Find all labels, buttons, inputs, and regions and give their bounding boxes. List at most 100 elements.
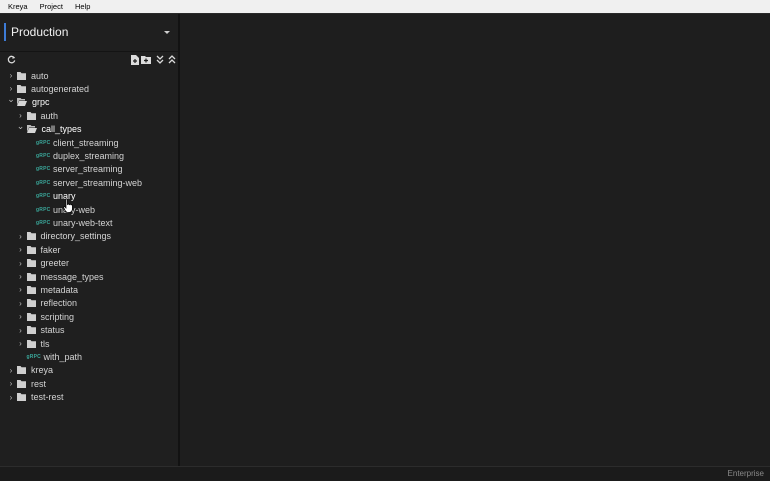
chevron-right-icon[interactable]: ›: [17, 232, 25, 241]
tree-item-test-rest[interactable]: › test-rest: [7, 391, 64, 404]
tree-item-label: reflection: [40, 298, 78, 309]
status-bar: Enterprise: [0, 466, 770, 481]
folder-icon: [17, 84, 26, 93]
chevron-right-icon[interactable]: ›: [7, 84, 15, 93]
folder-icon: [17, 71, 26, 80]
tree-item-label: grpc: [32, 97, 50, 108]
expand-all-icon[interactable]: [155, 54, 164, 65]
tree-item-label: server_streaming-web: [53, 177, 143, 188]
tree-item-with-path[interactable]: gRPC with_path: [17, 350, 83, 363]
tree-item-tls[interactable]: › tls: [17, 337, 50, 350]
tree-item-autogenerated[interactable]: › autogenerated: [7, 82, 89, 95]
tree-item-label: scripting: [40, 311, 75, 322]
folder-open-icon: [26, 125, 37, 134]
tree-item-label: autogenerated: [31, 83, 90, 94]
grpc-icon: gRPC: [36, 179, 51, 186]
chevron-right-icon[interactable]: ›: [7, 71, 15, 80]
tree-item-label: kreya: [31, 365, 54, 376]
tree-item-faker[interactable]: › faker: [17, 243, 61, 256]
environment-accent: [4, 23, 6, 41]
tree-item-label: status: [40, 325, 65, 336]
tree-item-rest[interactable]: › rest: [7, 377, 46, 390]
tree-item-client-streaming[interactable]: gRPC client_streaming: [26, 136, 119, 149]
tree-item-label: metadata: [40, 284, 79, 295]
grpc-icon: gRPC: [36, 219, 51, 226]
folder-icon: [17, 379, 26, 388]
new-file-icon[interactable]: [130, 54, 139, 65]
menu-kreya[interactable]: Kreya: [4, 2, 32, 11]
tree-item-label: greeter: [40, 258, 70, 269]
tree-item-call-types[interactable]: ⌄ call_types: [17, 121, 82, 136]
chevron-down-icon[interactable]: ⌄: [7, 94, 15, 105]
tree-item-label: faker: [40, 244, 61, 255]
chevron-right-icon[interactable]: ›: [17, 312, 25, 321]
folder-icon: [26, 339, 36, 348]
tree-item-label: message_types: [40, 271, 104, 282]
folder-icon: [26, 285, 36, 294]
tree-item-grpc[interactable]: ⌄ grpc: [7, 94, 50, 109]
tree-item-status[interactable]: › status: [17, 324, 65, 337]
folder-icon: [17, 366, 26, 375]
chevron-right-icon[interactable]: ›: [7, 379, 15, 388]
menu-project[interactable]: Project: [36, 2, 67, 11]
chevron-right-icon[interactable]: ›: [17, 111, 25, 120]
tree-item-label: directory_settings: [40, 231, 112, 242]
menu-help[interactable]: Help: [71, 2, 94, 11]
chevron-right-icon[interactable]: ›: [17, 259, 25, 268]
chevron-right-icon[interactable]: ›: [7, 393, 15, 402]
tree-item-label: unary-web-text: [53, 217, 113, 228]
main-panel: [180, 14, 770, 466]
tree-item-label: tls: [40, 338, 50, 349]
chevron-down-icon[interactable]: ⌄: [17, 121, 25, 132]
tree-item-server-streaming[interactable]: gRPC server_streaming: [26, 163, 123, 176]
menu-bar: Kreya Project Help: [0, 0, 770, 14]
grpc-icon: gRPC: [36, 139, 51, 146]
tree-item-scripting[interactable]: › scripting: [17, 310, 75, 323]
collapse-all-icon[interactable]: [167, 54, 176, 65]
tree-item-unary-web-text[interactable]: gRPC unary-web-text: [26, 216, 113, 229]
tree-item-message-types[interactable]: › message_types: [17, 270, 104, 283]
tree-item-duplex-streaming[interactable]: gRPC duplex_streaming: [26, 149, 124, 162]
tree-item-metadata[interactable]: › metadata: [17, 283, 79, 296]
tree-item-server-streaming-web[interactable]: gRPC server_streaming-web: [26, 176, 142, 189]
chevron-right-icon[interactable]: ›: [17, 272, 25, 281]
folder-icon: [26, 326, 36, 335]
hand-cursor-icon: [63, 198, 73, 213]
tree-item-greeter[interactable]: › greeter: [17, 257, 70, 270]
chevron-right-icon[interactable]: ›: [7, 366, 15, 375]
folder-open-icon: [17, 98, 27, 107]
tree-item-label: with_path: [43, 351, 83, 362]
folder-icon: [26, 259, 36, 268]
new-folder-icon[interactable]: [141, 54, 151, 65]
chevron-down-icon: [164, 30, 170, 34]
environment-name: Production: [11, 25, 69, 39]
grpc-icon: gRPC: [36, 193, 51, 200]
divider: [0, 51, 178, 52]
tree-item-label: client_streaming: [53, 137, 119, 148]
tree-item-kreya[interactable]: › kreya: [7, 364, 53, 377]
folder-icon: [26, 232, 36, 241]
sidebar: Production › auto › autogenerated ⌄ grpc › auth…: [0, 14, 180, 466]
grpc-icon: gRPC: [26, 353, 41, 360]
chevron-right-icon[interactable]: ›: [17, 245, 25, 254]
folder-icon: [26, 111, 36, 120]
tree-item-label: call_types: [41, 124, 82, 135]
grpc-icon: gRPC: [36, 166, 51, 173]
folder-icon: [26, 245, 36, 254]
chevron-right-icon[interactable]: ›: [17, 326, 25, 335]
tree-item-directory-settings[interactable]: › directory_settings: [17, 230, 112, 243]
refresh-icon[interactable]: [7, 54, 16, 65]
chevron-right-icon[interactable]: ›: [17, 285, 25, 294]
tree-item-label: duplex_streaming: [53, 150, 125, 161]
chevron-right-icon[interactable]: ›: [17, 339, 25, 348]
grpc-icon: gRPC: [36, 206, 51, 213]
tree-item-label: server_streaming: [53, 164, 123, 175]
folder-icon: [26, 312, 36, 321]
chevron-right-icon[interactable]: ›: [17, 299, 25, 308]
tree-item-label: test-rest: [31, 392, 64, 403]
tree-item-reflection[interactable]: › reflection: [17, 297, 78, 310]
tree-item-unary-web[interactable]: gRPC unary-web: [26, 203, 95, 216]
tree-item-auto[interactable]: › auto: [7, 69, 49, 82]
tree-item-label: rest: [31, 378, 47, 389]
environment-selector[interactable]: Production: [4, 22, 176, 42]
